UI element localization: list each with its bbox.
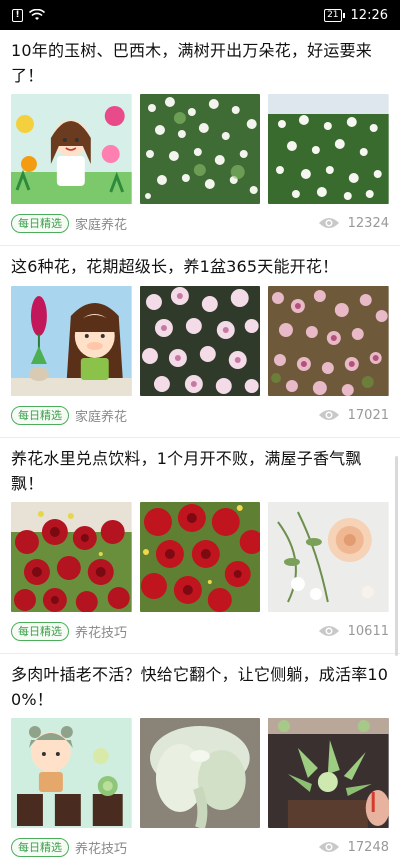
thumbnail-succulent-leaf[interactable] (139, 718, 261, 828)
article-title[interactable]: 养花水里兑点饮料，1个月开不败，满屋子香气飘飘！ (11, 446, 389, 498)
article-card[interactable]: 10年的玉树、巴西木，满树开出万朵花，好运要来了！ 每日精选 家庭养花 1232… (0, 30, 400, 246)
featured-tag: 每日精选 (11, 621, 69, 641)
article-meta: 每日精选 家庭养花 17021 (11, 404, 389, 426)
battery-icon: 21 (324, 8, 345, 22)
article-card[interactable]: 这6种花，花期超级长，养1盆365天能开花！ 每日精选 家庭养花 17021 (0, 246, 400, 438)
thumbnail-peach-rose[interactable] (268, 502, 390, 612)
article-card[interactable]: 养花水里兑点饮料，1个月开不败，满屋子香气飘飘！ 每日精选 养花技巧 10611 (0, 438, 400, 654)
featured-tag: 每日精选 (11, 213, 69, 233)
thumbnail-pink-white-flowers[interactable] (139, 286, 261, 396)
thumbnail-row (11, 94, 390, 204)
thumbnail-cartoon-succulent-pots[interactable] (11, 718, 132, 828)
thumbnail-succulent-potted[interactable] (268, 718, 390, 828)
view-count: 17021 (318, 408, 389, 423)
scrollbar[interactable] (395, 456, 398, 656)
article-meta: 每日精选 养花技巧 10611 (11, 620, 389, 642)
featured-tag: 每日精选 (11, 405, 69, 425)
thumbnail-cartoon-hyacinth-girl[interactable] (11, 286, 132, 396)
article-title[interactable]: 10年的玉树、巴西木，满树开出万朵花，好运要来了！ (11, 38, 389, 90)
eye-icon (318, 410, 339, 420)
sim-alert-icon: ! (12, 8, 23, 22)
thumbnail-white-flower-tree[interactable] (268, 94, 390, 204)
battery-level: 21 (324, 8, 342, 22)
article-card[interactable]: 多肉叶插老不活？快给它翻个，让它侧躺，成活率100%！ 每日精选 养花技巧 17… (0, 654, 400, 867)
article-meta: 每日精选 家庭养花 12324 (11, 212, 389, 234)
thumbnail-row (11, 286, 390, 396)
status-bar: ! 21 12:26 (0, 0, 400, 30)
thumbnail-red-roses-bouquet[interactable] (11, 502, 132, 612)
thumbnail-cartoon-girl-flowers[interactable] (11, 94, 132, 204)
thumbnail-white-flower-bush[interactable] (139, 94, 261, 204)
eye-icon (318, 218, 339, 228)
view-count-number: 17248 (347, 839, 389, 855)
thumbnail-red-roses-close[interactable] (139, 502, 261, 612)
article-title[interactable]: 多肉叶插老不活？快给它翻个，让它侧躺，成活率100%！ (11, 662, 389, 714)
eye-icon (318, 842, 339, 852)
article-meta: 每日精选 养花技巧 17248 (11, 836, 389, 858)
featured-tag: 每日精选 (11, 837, 69, 857)
article-source[interactable]: 家庭养花 (75, 406, 127, 425)
article-source[interactable]: 养花技巧 (75, 838, 127, 857)
article-feed[interactable]: 10年的玉树、巴西木，满树开出万朵花，好运要来了！ 每日精选 家庭养花 1232… (0, 30, 400, 867)
view-count-number: 12324 (347, 215, 389, 231)
view-count: 17248 (318, 840, 389, 855)
wifi-icon (29, 9, 45, 20)
thumbnail-row (11, 502, 390, 612)
eye-icon (318, 626, 339, 636)
article-source[interactable]: 养花技巧 (75, 622, 127, 641)
thumbnail-row (11, 718, 390, 828)
article-source[interactable]: 家庭养花 (75, 214, 127, 233)
view-count-number: 10611 (347, 623, 389, 639)
clock: 12:26 (350, 7, 388, 23)
article-title[interactable]: 这6种花，花期超级长，养1盆365天能开花！ (11, 254, 389, 282)
view-count-number: 17021 (347, 407, 389, 423)
thumbnail-bougainvillea[interactable] (268, 286, 390, 396)
view-count: 12324 (318, 216, 389, 231)
view-count: 10611 (318, 624, 389, 639)
